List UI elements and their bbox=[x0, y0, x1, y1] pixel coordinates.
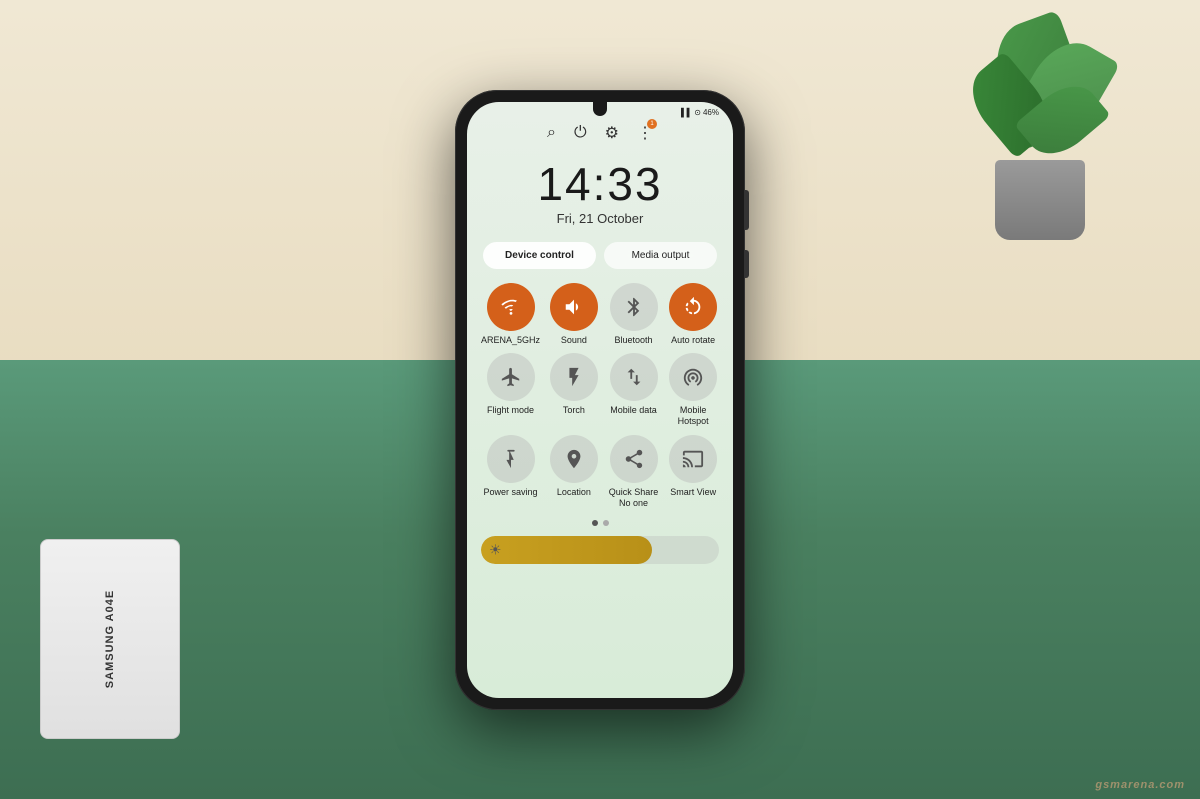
sound-tile[interactable]: Sound bbox=[548, 283, 600, 346]
torch-tile[interactable]: Torch bbox=[548, 353, 600, 427]
quick-share-label: Quick ShareNo one bbox=[609, 487, 659, 509]
search-button[interactable]: ⌕ bbox=[547, 124, 556, 142]
camera-notch bbox=[593, 102, 607, 116]
brightness-slider[interactable]: ☀ bbox=[481, 536, 719, 564]
mobile-data-tile[interactable]: Mobile data bbox=[608, 353, 660, 427]
wifi-label: ARENA_5GHz bbox=[481, 335, 540, 346]
page-dot-1 bbox=[592, 520, 598, 526]
hotspot-icon bbox=[669, 353, 717, 401]
device-control-button[interactable]: Device control bbox=[483, 242, 596, 269]
auto-rotate-icon bbox=[669, 283, 717, 331]
flight-mode-label: Flight mode bbox=[487, 405, 534, 416]
quick-share-tile[interactable]: Quick ShareNo one bbox=[608, 435, 660, 509]
page-indicator bbox=[467, 514, 733, 532]
brightness-fill bbox=[481, 536, 652, 564]
smart-view-label: Smart View bbox=[670, 487, 716, 498]
wifi-tile[interactable]: ARENA_5GHz bbox=[481, 283, 540, 346]
auto-rotate-label: Auto rotate bbox=[671, 335, 715, 346]
clock-section: 14:33 Fri, 21 October bbox=[467, 151, 733, 230]
media-output-button[interactable]: Media output bbox=[604, 242, 717, 269]
site-watermark: gsmarena.com bbox=[1095, 779, 1185, 791]
auto-rotate-tile[interactable]: Auto rotate bbox=[667, 283, 719, 346]
product-box: SAMSUNG A04E bbox=[40, 539, 180, 739]
more-button[interactable]: ⋮ 1 bbox=[637, 123, 653, 143]
mobile-data-icon bbox=[610, 353, 658, 401]
phone-device: ▌▌ ⊙ 46% ⌕ ⏻ ⚙ ⋮ 1 14:33 Fri, 21 October bbox=[455, 90, 745, 710]
torch-icon bbox=[550, 353, 598, 401]
box-label: SAMSUNG A04E bbox=[104, 590, 116, 688]
power-saving-tile[interactable]: Power saving bbox=[481, 435, 540, 509]
volume-button[interactable] bbox=[745, 190, 749, 230]
wifi-icon bbox=[487, 283, 535, 331]
phone-wrapper: ▌▌ ⊙ 46% ⌕ ⏻ ⚙ ⋮ 1 14:33 Fri, 21 October bbox=[455, 90, 745, 710]
power-menu-button[interactable]: ⏻ bbox=[574, 124, 587, 142]
flight-mode-icon bbox=[487, 353, 535, 401]
wifi-status-icon: ⊙ bbox=[694, 108, 701, 117]
hotspot-label: Mobile Hotspot bbox=[667, 405, 719, 427]
clock-date: Fri, 21 October bbox=[467, 211, 733, 226]
smart-view-tile[interactable]: Smart View bbox=[667, 435, 719, 509]
notification-badge: 1 bbox=[647, 119, 657, 129]
plant-decoration bbox=[960, 20, 1120, 240]
flight-mode-tile[interactable]: Flight mode bbox=[481, 353, 540, 427]
location-icon bbox=[550, 435, 598, 483]
plant-leaves bbox=[970, 20, 1110, 180]
signal-icon: ▌▌ bbox=[681, 108, 692, 117]
location-label: Location bbox=[557, 487, 591, 498]
bluetooth-label: Bluetooth bbox=[615, 335, 653, 346]
page-dot-2 bbox=[603, 520, 609, 526]
hotspot-tile[interactable]: Mobile Hotspot bbox=[667, 353, 719, 427]
bluetooth-icon bbox=[610, 283, 658, 331]
mobile-data-label: Mobile data bbox=[610, 405, 657, 416]
brightness-icon: ☀ bbox=[489, 542, 502, 559]
quick-settings-grid: ARENA_5GHz Sound bbox=[467, 277, 733, 515]
smart-view-icon bbox=[669, 435, 717, 483]
battery-percent: 46% bbox=[703, 108, 719, 117]
location-tile[interactable]: Location bbox=[548, 435, 600, 509]
settings-button[interactable]: ⚙ bbox=[605, 123, 619, 143]
phone-screen: ▌▌ ⊙ 46% ⌕ ⏻ ⚙ ⋮ 1 14:33 Fri, 21 October bbox=[467, 102, 733, 698]
torch-label: Torch bbox=[563, 405, 585, 416]
bluetooth-tile[interactable]: Bluetooth bbox=[608, 283, 660, 346]
power-saving-label: Power saving bbox=[484, 487, 538, 498]
top-action-bar: ⌕ ⏻ ⚙ ⋮ 1 bbox=[467, 119, 733, 151]
status-icons: ▌▌ ⊙ 46% bbox=[681, 108, 719, 117]
power-saving-icon bbox=[487, 435, 535, 483]
quick-share-icon bbox=[610, 435, 658, 483]
clock-time: 14:33 bbox=[467, 161, 733, 207]
sound-label: Sound bbox=[561, 335, 587, 346]
control-buttons-row: Device control Media output bbox=[467, 230, 733, 277]
sound-icon bbox=[550, 283, 598, 331]
power-button[interactable] bbox=[745, 250, 749, 278]
plant-pot bbox=[995, 160, 1085, 240]
